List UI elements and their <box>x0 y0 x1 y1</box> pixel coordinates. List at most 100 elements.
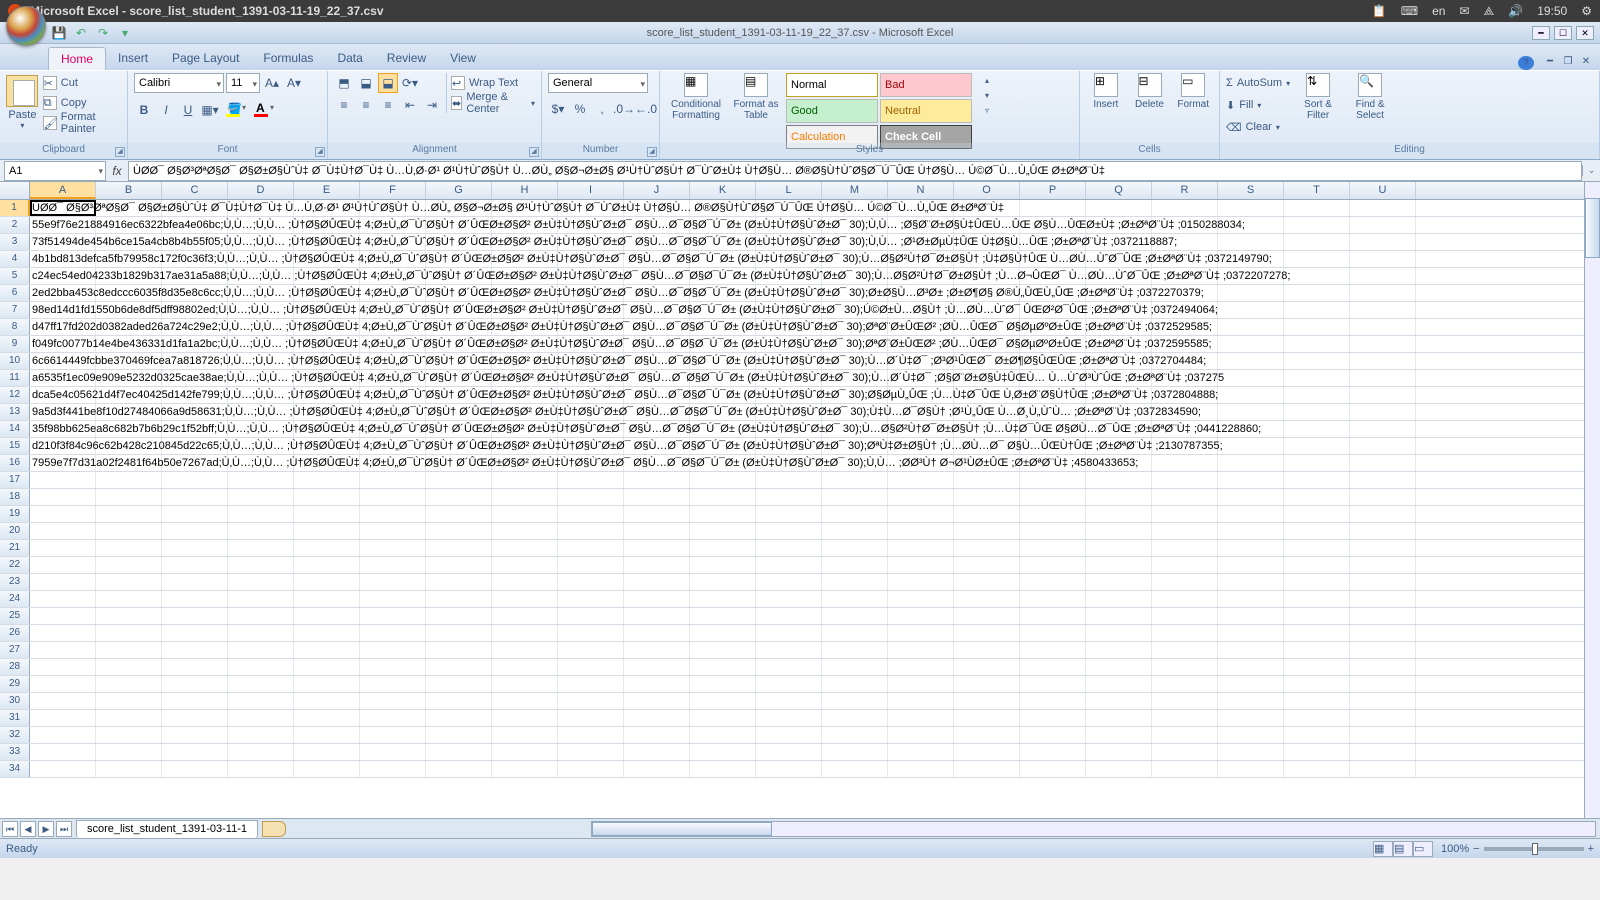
increase-indent[interactable]: ⇥ <box>422 95 442 115</box>
cell-S29[interactable] <box>1218 676 1284 692</box>
cell-A10[interactable]: 6c6614449fcbbe370469fcea7a818726;Ù‚Ù…;Ù‚… <box>30 353 96 369</box>
cell-T10[interactable] <box>1284 353 1350 369</box>
table-row[interactable]: 12dca5e4c05621d4f7ec40425d142fe799;Ù‚Ù…;… <box>0 387 1600 404</box>
cell-S21[interactable] <box>1218 540 1284 556</box>
tab-view[interactable]: View <box>438 47 488 70</box>
cell-U8[interactable] <box>1350 319 1416 335</box>
page-layout-view[interactable]: ▤ <box>1393 841 1413 857</box>
clear-button[interactable]: ⌫Clear▾ <box>1226 117 1290 137</box>
lang-indicator[interactable]: en <box>1432 4 1445 18</box>
cell-M34[interactable] <box>822 761 888 777</box>
qat-customize-icon[interactable]: ▾ <box>116 24 134 42</box>
cell-U23[interactable] <box>1350 574 1416 590</box>
cell-U33[interactable] <box>1350 744 1416 760</box>
cell-A5[interactable]: c24ec54ed04233b1829b317ae31a5a88;Ù‚Ù…;Ù‚… <box>30 268 96 284</box>
decrease-decimal[interactable]: ←.0 <box>636 99 656 119</box>
row-header-17[interactable]: 17 <box>0 472 30 488</box>
cell-F26[interactable] <box>360 625 426 641</box>
cell-T34[interactable] <box>1284 761 1350 777</box>
cell-L29[interactable] <box>756 676 822 692</box>
table-row[interactable]: 31 <box>0 710 1600 727</box>
cell-M28[interactable] <box>822 659 888 675</box>
cell-Q23[interactable] <box>1086 574 1152 590</box>
col-header-Q[interactable]: Q <box>1086 182 1152 199</box>
cell-O23[interactable] <box>954 574 1020 590</box>
cell-G22[interactable] <box>426 557 492 573</box>
cell-H34[interactable] <box>492 761 558 777</box>
cell-C20[interactable] <box>162 523 228 539</box>
table-row[interactable]: 30 <box>0 693 1600 710</box>
cell-K34[interactable] <box>690 761 756 777</box>
cell-N23[interactable] <box>888 574 954 590</box>
cell-M26[interactable] <box>822 625 888 641</box>
sheet-tab[interactable]: score_list_student_1391-03-11-1 <box>76 820 258 838</box>
cell-P32[interactable] <box>1020 727 1086 743</box>
cell-T3[interactable] <box>1284 234 1350 250</box>
align-center[interactable]: ≡ <box>356 95 376 115</box>
network-icon[interactable]: ⟁ <box>1484 4 1495 19</box>
cell-E30[interactable] <box>294 693 360 709</box>
row-header-20[interactable]: 20 <box>0 523 30 539</box>
cell-R31[interactable] <box>1152 710 1218 726</box>
cell-A25[interactable] <box>30 608 96 624</box>
cell-B34[interactable] <box>96 761 162 777</box>
cell-U21[interactable] <box>1350 540 1416 556</box>
mail-icon[interactable]: ✉ <box>1459 4 1469 18</box>
sheet-first[interactable]: ⏮ <box>2 821 18 837</box>
col-header-G[interactable]: G <box>426 182 492 199</box>
cell-J20[interactable] <box>624 523 690 539</box>
cell-F31[interactable] <box>360 710 426 726</box>
cell-I26[interactable] <box>558 625 624 641</box>
cell-A7[interactable]: 98ed14d1fd1550b6de8df5dff98802ed;Ù‚Ù…;Ù‚… <box>30 302 96 318</box>
cell-K33[interactable] <box>690 744 756 760</box>
save-icon[interactable]: 💾 <box>50 24 68 42</box>
table-row[interactable]: 25 <box>0 608 1600 625</box>
hscroll-thumb[interactable] <box>592 822 773 836</box>
grid-rows[interactable]: 1ÙØØ¯ Ø§Ø³ØªØ§Ø¯ Ø§Ø±Ø§ÙˆÙ‡ Ø¯Ù‡Ù†Ø¯Ù‡ Ù… <box>0 200 1600 778</box>
cell-U31[interactable] <box>1350 710 1416 726</box>
cell-O30[interactable] <box>954 693 1020 709</box>
cell-O28[interactable] <box>954 659 1020 675</box>
redo-icon[interactable]: ↷ <box>94 24 112 42</box>
cell-D31[interactable] <box>228 710 294 726</box>
cell-R33[interactable] <box>1152 744 1218 760</box>
cell-T9[interactable] <box>1284 336 1350 352</box>
cell-A18[interactable] <box>30 489 96 505</box>
cell-E18[interactable] <box>294 489 360 505</box>
cell-M33[interactable] <box>822 744 888 760</box>
cell-D28[interactable] <box>228 659 294 675</box>
cell-M24[interactable] <box>822 591 888 607</box>
cell-C25[interactable] <box>162 608 228 624</box>
cell-styles-gallery[interactable]: NormalBadGoodNeutralCalculationCheck Cel… <box>786 73 976 149</box>
table-row[interactable]: 1ÙØØ¯ Ø§Ø³ØªØ§Ø¯ Ø§Ø±Ø§ÙˆÙ‡ Ø¯Ù‡Ù†Ø¯Ù‡ Ù… <box>0 200 1600 217</box>
row-header-28[interactable]: 28 <box>0 659 30 675</box>
cell-A24[interactable] <box>30 591 96 607</box>
col-header-O[interactable]: O <box>954 182 1020 199</box>
cell-T26[interactable] <box>1284 625 1350 641</box>
cell-T19[interactable] <box>1284 506 1350 522</box>
cell-U16[interactable] <box>1350 455 1416 471</box>
row-header-12[interactable]: 12 <box>0 387 30 403</box>
cell-G17[interactable] <box>426 472 492 488</box>
cell-A21[interactable] <box>30 540 96 556</box>
cell-R28[interactable] <box>1152 659 1218 675</box>
sheet-next[interactable]: ▶ <box>38 821 54 837</box>
cell-F25[interactable] <box>360 608 426 624</box>
row-header-15[interactable]: 15 <box>0 438 30 454</box>
cell-B22[interactable] <box>96 557 162 573</box>
cell-P17[interactable] <box>1020 472 1086 488</box>
cell-N22[interactable] <box>888 557 954 573</box>
cell-H23[interactable] <box>492 574 558 590</box>
cell-L25[interactable] <box>756 608 822 624</box>
cell-D18[interactable] <box>228 489 294 505</box>
col-header-M[interactable]: M <box>822 182 888 199</box>
cell-J29[interactable] <box>624 676 690 692</box>
cell-I27[interactable] <box>558 642 624 658</box>
row-header-3[interactable]: 3 <box>0 234 30 250</box>
cell-K32[interactable] <box>690 727 756 743</box>
fill-color-button[interactable]: 🪣 <box>222 100 248 120</box>
cell-T7[interactable] <box>1284 302 1350 318</box>
row-header-31[interactable]: 31 <box>0 710 30 726</box>
cell-T11[interactable] <box>1284 370 1350 386</box>
cell-N26[interactable] <box>888 625 954 641</box>
